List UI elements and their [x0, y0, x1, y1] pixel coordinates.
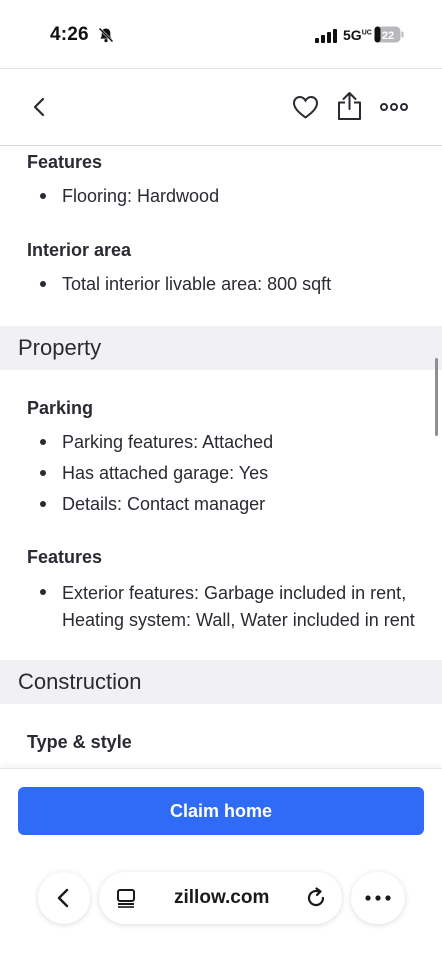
page-menu-icon [117, 889, 135, 908]
section-title: Construction [18, 669, 142, 694]
browser-more-button[interactable] [351, 872, 405, 924]
battery-icon: 22 [374, 26, 404, 43]
heart-icon[interactable] [292, 94, 319, 120]
list-item: Has attached garage: Yes [27, 461, 273, 485]
list-item: Details: Contact manager [27, 492, 273, 516]
section-title: Property [18, 335, 102, 360]
list-item: Parking features: Attached [27, 430, 273, 454]
chevron-left-icon [57, 888, 69, 908]
browser-toolbar: zillow.com [0, 850, 442, 960]
reload-icon[interactable] [305, 887, 327, 909]
parking-list: Parking features: Attached Has attached … [27, 430, 273, 523]
features-list: Flooring: Hardwood [27, 184, 219, 215]
scrollbar[interactable] [435, 358, 438, 436]
status-time: 4:26 [50, 24, 89, 45]
parking-heading: Parking [27, 398, 94, 418]
url-text: zillow.com [174, 887, 270, 908]
status-bar: 4:26 5GUC 22 [0, 0, 442, 68]
claim-home-button[interactable]: Claim home [18, 787, 424, 835]
facts-content: Features Flooring: Hardwood Interior are… [0, 146, 442, 768]
list-item: Flooring: Hardwood [27, 184, 219, 208]
nav-bar [0, 68, 442, 146]
list-item: Exterior features: Garbage included in r… [27, 580, 437, 634]
network-label: 5GUC [343, 27, 372, 43]
list-item: Total interior livable area: 800 sqft [27, 272, 331, 296]
browser-back-button[interactable] [38, 872, 90, 924]
interior-area-heading: Interior area [27, 240, 132, 260]
battery-level: 22 [382, 30, 394, 42]
more-icon[interactable] [380, 99, 408, 115]
share-icon[interactable] [336, 91, 363, 121]
chevron-left-icon[interactable] [28, 95, 52, 119]
features-heading: Features [27, 152, 103, 172]
bell-slash-icon [98, 27, 114, 43]
address-bar[interactable]: zillow.com [99, 872, 342, 924]
interior-area-list: Total interior livable area: 800 sqft [27, 272, 331, 303]
exterior-features-heading: Features [27, 547, 103, 567]
type-style-heading: Type & style [27, 732, 132, 752]
more-icon [365, 895, 391, 901]
construction-section-header: Construction [0, 660, 442, 704]
bottom-action-bar: Claim home [0, 768, 442, 850]
property-section-header: Property [0, 326, 442, 370]
signal-icon [315, 29, 337, 43]
exterior-features-list: Exterior features: Garbage included in r… [27, 580, 437, 641]
